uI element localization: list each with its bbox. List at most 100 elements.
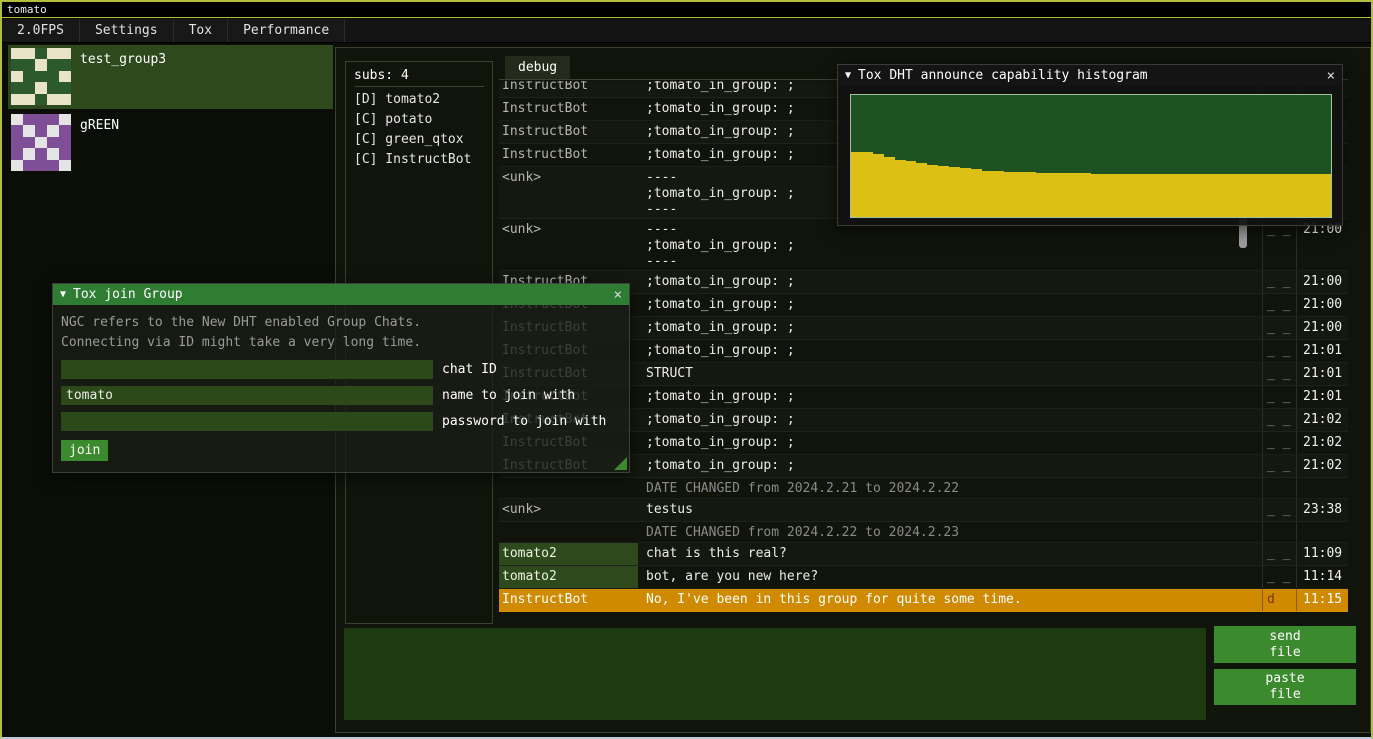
histogram-bar: [1287, 174, 1298, 217]
message-text: bot, are you new here?: [638, 566, 1262, 588]
message-time: [1296, 478, 1348, 498]
message-status: _ _: [1262, 363, 1296, 385]
message-time: 11:15: [1296, 589, 1348, 611]
message-text: ;tomato_in_group: ;: [638, 409, 1262, 431]
histogram-bar: [971, 169, 982, 217]
tab-debug[interactable]: debug: [505, 56, 570, 79]
histogram-bar: [1080, 173, 1091, 217]
message-text: ;tomato_in_group: ;: [638, 271, 1262, 293]
histogram-bar: [1309, 174, 1320, 217]
message-time: 21:01: [1296, 340, 1348, 362]
message-sender: <unk>: [499, 499, 638, 521]
app-window: tomato 2.0FPSSettingsToxPerformance test…: [0, 0, 1373, 739]
message-time: 11:14: [1296, 566, 1348, 588]
message-status: d: [1262, 589, 1296, 611]
histogram-bar: [1113, 174, 1124, 217]
message-status: [1262, 478, 1296, 498]
join-fields: chat IDname to join withpassword to join…: [61, 360, 621, 431]
message-time: 21:01: [1296, 363, 1348, 385]
histogram-bar: [938, 166, 949, 217]
dht-histogram-window: ▼ Tox DHT announce capability histogram …: [837, 64, 1343, 226]
group-item-gREEN[interactable]: gREEN: [8, 111, 333, 175]
subs-member[interactable]: [C] InstructBot: [354, 150, 484, 170]
message-sender: <unk>: [499, 219, 638, 270]
histogram-bar: [895, 160, 906, 217]
collapse-arrow-icon[interactable]: ▼: [60, 287, 66, 303]
join-button[interactable]: join: [61, 440, 108, 461]
message-time: 21:02: [1296, 409, 1348, 431]
message-text: ;tomato_in_group: ;: [638, 340, 1262, 362]
date-separator-row: DATE CHANGED from 2024.2.22 to 2024.2.23: [499, 522, 1348, 543]
date-separator-text: DATE CHANGED from 2024.2.21 to 2024.2.22: [638, 478, 1262, 498]
fps-indicator: 2.0FPS: [2, 19, 80, 42]
group-avatar: [11, 48, 71, 105]
join-group-window-title: Tox join Group: [73, 287, 607, 303]
subs-member[interactable]: [C] green_qtox: [354, 130, 484, 150]
message-text: ;tomato_in_group: ;: [638, 317, 1262, 339]
join-group-window: ▼ Tox join Group × NGC refers to the New…: [52, 283, 630, 473]
join-info-line: NGC refers to the New DHT enabled Group …: [61, 313, 621, 333]
histogram-bar: [927, 165, 938, 217]
menu-item-tox[interactable]: Tox: [174, 19, 228, 42]
histogram-bar: [960, 168, 971, 217]
histogram-bar: [1255, 174, 1266, 217]
message-text: ;tomato_in_group: ;: [638, 432, 1262, 454]
histogram-bar: [916, 163, 927, 217]
join-input-name-to-join-with[interactable]: [61, 386, 433, 405]
histogram-bar: [1091, 174, 1102, 217]
message-sender: InstructBot: [499, 144, 638, 166]
message-row: tomato2bot, are you new here?_ _11:14: [499, 566, 1348, 589]
message-sender: <unk>: [499, 167, 638, 218]
histogram-bar: [873, 154, 884, 217]
message-time: [1296, 522, 1348, 542]
histogram-bar: [1036, 173, 1047, 217]
resize-grip[interactable]: [614, 457, 627, 470]
close-icon[interactable]: ×: [1327, 68, 1335, 84]
message-text: ---- ;tomato_in_group: ; ----: [638, 219, 1262, 270]
histogram-titlebar[interactable]: ▼ Tox DHT announce capability histogram …: [838, 65, 1342, 86]
subs-member[interactable]: [C] potato: [354, 110, 484, 130]
histogram-bar: [1102, 174, 1113, 217]
message-input[interactable]: [344, 628, 1206, 720]
menu-item-performance[interactable]: Performance: [228, 19, 345, 42]
menu-item-settings[interactable]: Settings: [80, 19, 174, 42]
histogram-bar: [862, 152, 873, 217]
join-group-titlebar[interactable]: ▼ Tox join Group ×: [53, 284, 629, 305]
message-status: _ _: [1262, 432, 1296, 454]
message-status: _ _: [1262, 499, 1296, 521]
histogram-bar: [1298, 174, 1309, 217]
message-time: 21:01: [1296, 386, 1348, 408]
subs-list: [D] tomato2[C] potato[C] green_qtox[C] I…: [354, 90, 484, 170]
message-status: _ _: [1262, 271, 1296, 293]
histogram-bar: [1244, 174, 1255, 217]
histogram-bar: [1211, 174, 1222, 217]
close-icon[interactable]: ×: [614, 287, 622, 303]
date-separator-row: DATE CHANGED from 2024.2.21 to 2024.2.22: [499, 478, 1348, 499]
histogram-bar: [982, 171, 993, 217]
message-text: No, I've been in this group for quite so…: [638, 589, 1262, 611]
histogram-bar: [1124, 174, 1135, 217]
group-item-test_group3[interactable]: test_group3: [8, 45, 333, 109]
join-input-chat-ID[interactable]: [61, 360, 433, 379]
collapse-arrow-icon[interactable]: ▼: [845, 68, 851, 84]
group-name: test_group3: [80, 52, 166, 106]
message-sender: InstructBot: [499, 121, 638, 143]
message-time: 21:00: [1296, 317, 1348, 339]
histogram-bar: [1015, 172, 1026, 217]
message-sender: InstructBot: [499, 81, 638, 97]
histogram-bar: [906, 161, 917, 217]
join-input-password-to-join-with[interactable]: [61, 412, 433, 431]
group-name: gREEN: [80, 118, 119, 172]
histogram-bar: [1276, 174, 1287, 217]
join-info-line: Connecting via ID might take a very long…: [61, 333, 621, 353]
subs-member[interactable]: [D] tomato2: [354, 90, 484, 110]
message-status: _ _: [1262, 455, 1296, 477]
join-group-body: NGC refers to the New DHT enabled Group …: [53, 305, 629, 461]
histogram-bar: [1026, 172, 1037, 217]
join-info: NGC refers to the New DHT enabled Group …: [61, 313, 621, 353]
send-file-button[interactable]: send file: [1214, 626, 1356, 663]
histogram-bar: [851, 152, 862, 217]
message-sender: InstructBot: [499, 98, 638, 120]
paste-file-button[interactable]: paste file: [1214, 669, 1356, 705]
histogram-bar: [949, 167, 960, 217]
